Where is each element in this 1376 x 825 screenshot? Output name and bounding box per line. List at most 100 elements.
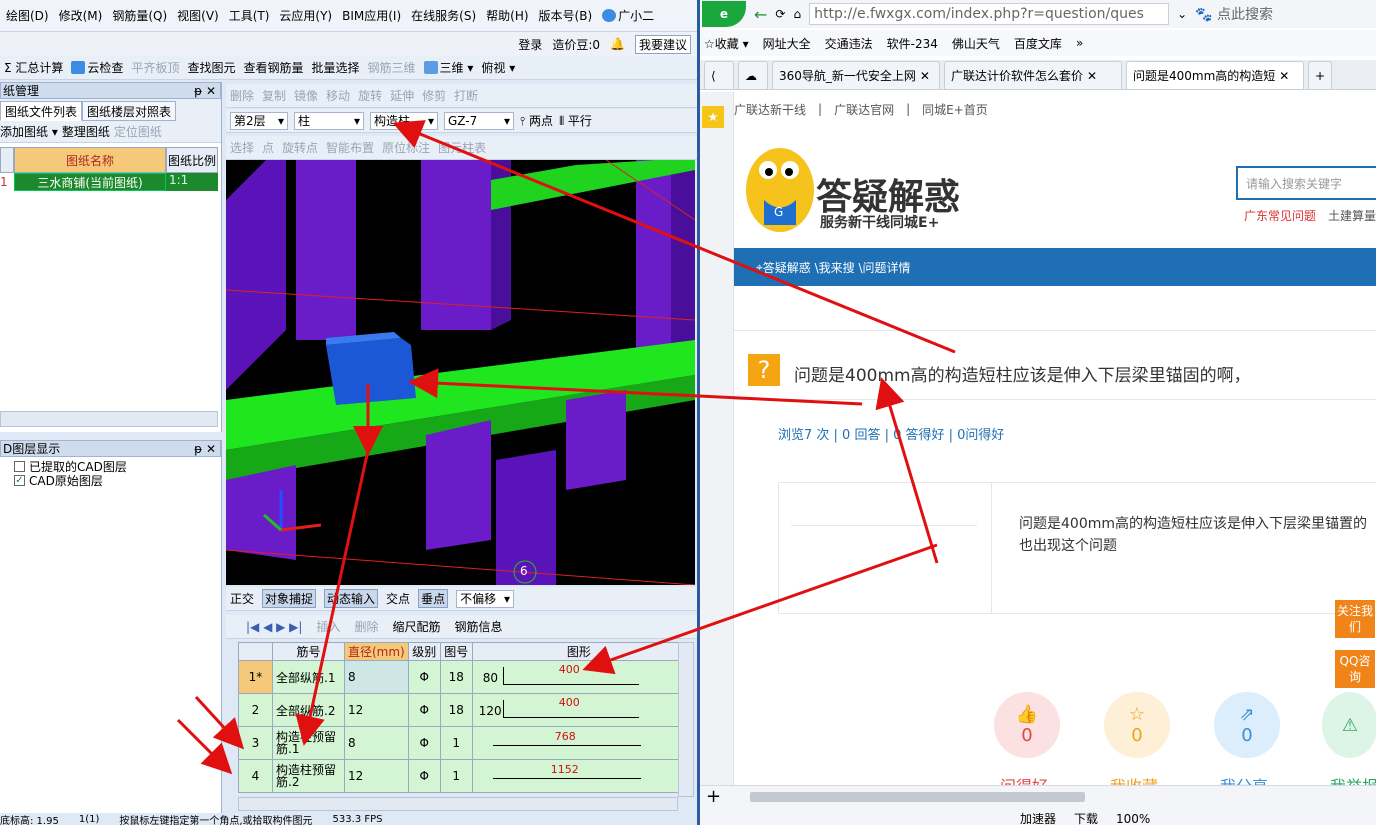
address-input[interactable]: http://e.fwxgx.com/index.php?r=question/… (809, 3, 1170, 25)
tab-scroll-left[interactable]: ⟨ (704, 61, 734, 89)
menu-bim[interactable]: BIM应用(I) (342, 7, 401, 24)
bookmark-favorites[interactable]: ☆收藏 ▾ (704, 35, 749, 52)
site-search-input[interactable]: 请输入搜索关键字 (1236, 166, 1376, 200)
menu-online[interactable]: 在线服务(S) (411, 7, 476, 24)
nav-arrows[interactable]: |◀ ◀ ▶ ▶| (246, 620, 302, 634)
mirror-button[interactable]: 镜像 (294, 87, 318, 104)
layer-checkbox-original[interactable]: ✓ (14, 474, 25, 486)
dynamic-input-button[interactable]: 动态输入 (324, 589, 379, 608)
home-icon[interactable]: ⌂ (793, 7, 801, 21)
bookmark-traffic[interactable]: 交通违法 (825, 35, 873, 52)
link-tongcheng[interactable]: 同城E+首页 (922, 101, 988, 118)
drawing-row[interactable]: 1 三水商铺(当前图纸) 1:1 (0, 173, 221, 191)
sum-button[interactable]: Σ 汇总计算 (4, 59, 63, 76)
3d-viewport[interactable]: 6 (226, 160, 695, 585)
back-icon[interactable]: ← (754, 5, 767, 24)
more-bookmarks-icon[interactable]: » (1076, 36, 1083, 50)
accelerator-button[interactable]: 加速器 (1020, 810, 1056, 825)
object-snap-button[interactable]: 对象捕捉 (262, 589, 317, 608)
column-table-button[interactable]: 图元柱表 (438, 139, 486, 156)
link-glodon-xgx[interactable]: 广联达新干线 (734, 101, 806, 118)
in-place-annotation-button[interactable]: 原位标注 (382, 139, 430, 156)
find-element-button[interactable]: 查找图元 (187, 59, 235, 76)
action-share[interactable]: ⇗ 0 (1214, 692, 1280, 758)
rebar-horizontal-scrollbar[interactable] (238, 797, 678, 811)
rebar-row[interactable]: 4 构造柱预留筋.2 12 Φ 1 1152 (238, 759, 678, 793)
bell-icon[interactable]: 🔔 (610, 37, 625, 51)
page-horizontal-scrollbar[interactable] (750, 792, 1085, 802)
select-button[interactable]: 选择 (230, 139, 254, 156)
scale-rebar-button[interactable]: 缩尺配筋 (392, 618, 440, 635)
rebar-row[interactable]: 3 构造柱预留筋.1 8 Φ 1 768 (238, 726, 678, 760)
download-button[interactable]: 下载 (1074, 810, 1098, 825)
3d-button[interactable]: 三维 ▾ (423, 59, 473, 76)
tab-drawing-list[interactable]: 图纸文件列表 (0, 101, 83, 121)
menu-view[interactable]: 视图(V) (177, 7, 219, 24)
tab-floor-map[interactable]: 图纸楼层对照表 (82, 101, 177, 121)
add-icon[interactable]: + (706, 786, 721, 807)
rebar-row[interactable]: 2 全部纵筋.2 12 Φ 18 120 400 (238, 693, 678, 727)
new-tab-button[interactable]: + (1308, 61, 1332, 89)
bookmark-weather[interactable]: 佛山天气 (952, 35, 1000, 52)
delete-button[interactable]: 删除 (230, 87, 254, 104)
rotate-point-button[interactable]: 旋转点 (282, 139, 318, 156)
action-good-question[interactable]: 👍 0 (994, 692, 1060, 758)
component-select[interactable]: GZ-7 ▾ (444, 111, 514, 130)
action-report[interactable]: ⚠ (1322, 692, 1376, 758)
smart-place-button[interactable]: 智能布置 (326, 139, 374, 156)
bookmark-sites[interactable]: 网址大全 (763, 35, 811, 52)
question-stats[interactable]: 浏览7 次 | 0 回答 | 0 答得好 | 0问得好 (778, 424, 1004, 443)
horizontal-scrollbar[interactable] (0, 411, 218, 427)
tab-glodon-price[interactable]: 广联达计价软件怎么套价 ✕ (944, 61, 1122, 89)
two-point-button[interactable]: ⫯ 两点 (520, 112, 553, 129)
menu-version[interactable]: 版本号(B) (539, 7, 593, 24)
tab-question[interactable]: 问题是400mm高的构造短 ✕ (1126, 61, 1304, 89)
top-view-button[interactable]: 俯视 ▾ (481, 59, 515, 76)
tab-360[interactable]: 360导航_新一代安全上网 ✕ (772, 61, 940, 89)
login-link[interactable]: 登录 (518, 36, 542, 53)
action-favorite[interactable]: ☆ 0 (1104, 692, 1170, 758)
rebar-vertical-scrollbar[interactable] (678, 642, 694, 797)
move-button[interactable]: 移动 (326, 87, 350, 104)
layer-checkbox-extracted[interactable] (14, 460, 25, 472)
align-slab-button[interactable]: 平齐板顶 (131, 59, 179, 76)
floor-select[interactable]: 第2层 ▾ (230, 111, 288, 130)
bookmark-software[interactable]: 软件-234 (887, 35, 938, 52)
add-drawing-button[interactable]: 添加图纸 ▾ (0, 123, 58, 140)
parallel-button[interactable]: ⫴ 平行 (559, 112, 592, 129)
layer-item-original[interactable]: ✓ CAD原始图层 (0, 473, 221, 488)
menu-draw[interactable]: 绘图(D) (6, 7, 49, 24)
qq-consult-button[interactable]: QQ咨询 (1335, 650, 1375, 688)
rotate-button[interactable]: 旋转 (358, 87, 382, 104)
trim-button[interactable]: 修剪 (422, 87, 446, 104)
subtype-select[interactable]: 构造柱 ▾ (370, 111, 438, 130)
type-select[interactable]: 柱 ▾ (294, 111, 364, 130)
tab-cloud[interactable]: ☁ (738, 61, 768, 89)
menu-help[interactable]: 帮助(H) (486, 7, 528, 24)
layer-pin-close-icon[interactable]: ᵽ ✕ (194, 442, 216, 456)
extend-button[interactable]: 延伸 (390, 87, 414, 104)
star-icon[interactable]: ★ (702, 106, 724, 128)
refresh-icon[interactable]: ⟳ (775, 7, 785, 21)
menu-tools[interactable]: 工具(T) (229, 7, 270, 24)
link-civil-quantity[interactable]: 土建算量 (1328, 207, 1376, 224)
panel-pin-close-icon[interactable]: ᵽ ✕ (194, 84, 216, 98)
offset-select[interactable]: 不偏移 ▾ (456, 589, 515, 608)
rebar-3d-button[interactable]: 钢筋三维 (368, 59, 416, 76)
batch-select-button[interactable]: 批量选择 (311, 59, 359, 76)
point-button[interactable]: 点 (262, 139, 274, 156)
delete-row-button[interactable]: 删除 (354, 618, 378, 635)
organize-drawing-button[interactable]: 整理图纸 (62, 123, 110, 140)
suggest-button[interactable]: 我要建议 (634, 34, 691, 54)
insert-button[interactable]: 插入 (316, 618, 340, 635)
link-glodon-official[interactable]: 广联达官网 (834, 101, 894, 118)
view-rebar-button[interactable]: 查看钢筋量 (243, 59, 303, 76)
locate-drawing-button[interactable]: 定位图纸 (114, 123, 162, 140)
perpendicular-button[interactable]: 垂点 (418, 589, 449, 608)
search-box[interactable]: 🐾 点此搜索 (1195, 4, 1273, 24)
link-guangdong-faq[interactable]: 广东常见问题 (1244, 207, 1316, 224)
dropdown-icon[interactable]: ⌄ (1177, 7, 1187, 21)
rebar-row[interactable]: 1* 全部纵筋.1 8 Φ 18 80 400 (238, 660, 678, 694)
zoom-level[interactable]: 100% (1116, 812, 1150, 825)
menu-assistant[interactable]: 广小二 (602, 7, 654, 24)
